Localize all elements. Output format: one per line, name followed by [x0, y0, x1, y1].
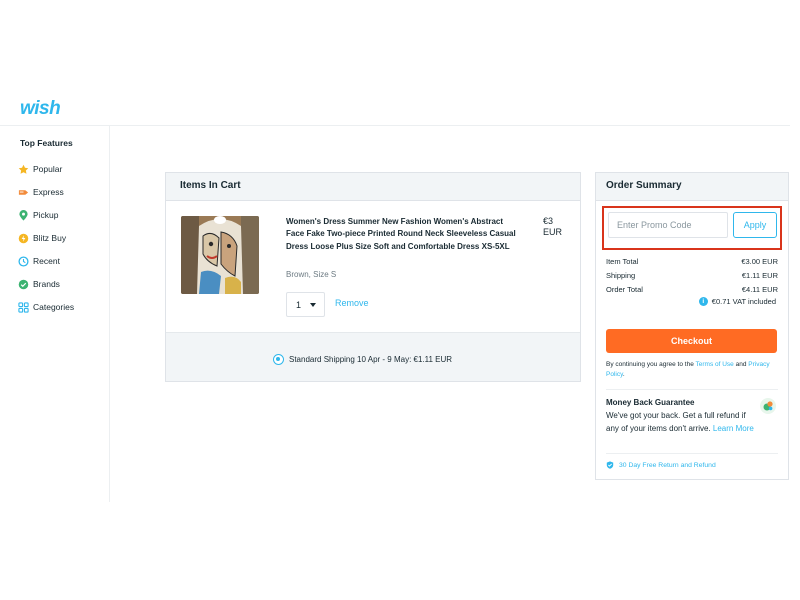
cart-panel: Items In Cart Women's Dress Summer New F…: [165, 172, 581, 382]
sidebar-item-label: Express: [33, 187, 64, 197]
clock-icon: [18, 255, 29, 267]
product-title[interactable]: Women's Dress Summer New Fashion Women's…: [286, 216, 516, 253]
guarantee-text: We've got your back. Get a full refund i…: [606, 410, 756, 435]
refund-label: 30 Day Free Return and Refund: [619, 461, 716, 469]
remove-button[interactable]: Remove: [335, 298, 369, 308]
item-total-value: €3.00 EUR: [741, 257, 778, 266]
quantity-value: 1: [296, 299, 302, 310]
order-total-label: Order Total: [606, 285, 643, 294]
order-summary-title: Order Summary: [596, 173, 788, 201]
divider: [606, 389, 778, 390]
terms-and: and: [733, 361, 749, 368]
sidebar-item-brands[interactable]: Brands: [18, 277, 60, 291]
wish-logo[interactable]: wish: [20, 98, 61, 120]
coin-icon: [18, 233, 29, 244]
shipping-total-label: Shipping: [606, 271, 636, 280]
sidebar-item-label: Brands: [33, 279, 60, 289]
product-variant: Brown, Size S: [286, 270, 337, 279]
sidebar-item-pickup[interactable]: Pickup: [18, 208, 59, 222]
terms-text: By continuing you agree to the Terms of …: [606, 360, 778, 379]
product-price-amount: €3: [543, 216, 554, 226]
terms-suffix: .: [622, 370, 625, 378]
order-total-value: €4.11 EUR: [741, 285, 778, 294]
sidebar-item-label: Blitz Buy: [33, 233, 67, 243]
sidebar-item-label: Pickup: [33, 210, 59, 220]
sidebar: Top Features Popular Express Pickup Blit…: [0, 126, 110, 502]
location-icon: [18, 209, 29, 221]
sidebar-item-label: Categories: [33, 302, 75, 312]
shipping-radio[interactable]: [273, 354, 284, 365]
sidebar-title: Top Features: [20, 138, 73, 148]
guarantee-icon: [760, 398, 776, 414]
info-icon[interactable]: i: [698, 297, 708, 306]
shipping-option: Standard Shipping 10 Apr - 9 May: €1.11 …: [166, 332, 580, 381]
sidebar-item-recent[interactable]: Recent: [18, 254, 60, 268]
shipping-label: Standard Shipping 10 Apr - 9 May: €1.11 …: [289, 355, 453, 364]
vat-text: €0.71 VAT included: [711, 297, 776, 306]
badge-check-icon: [18, 279, 29, 290]
express-icon: [18, 187, 29, 198]
vat-note: i €0.71 VAT included: [698, 297, 776, 306]
sidebar-item-popular[interactable]: Popular: [18, 162, 62, 176]
checkout-button[interactable]: Checkout: [606, 329, 777, 353]
shipping-total-value: €1.11 EUR: [741, 271, 778, 280]
sidebar-item-blitz-buy[interactable]: Blitz Buy: [18, 231, 66, 245]
quantity-select[interactable]: 1: [286, 292, 325, 317]
cart-title: Items In Cart: [166, 173, 580, 201]
shipping-row: Shipping €1.11 EUR: [606, 271, 778, 280]
apply-button[interactable]: Apply: [733, 212, 777, 238]
item-total-row: Item Total €3.00 EUR: [606, 257, 778, 266]
terms-of-use-link[interactable]: Terms of Use: [696, 361, 734, 368]
sidebar-item-label: Recent: [33, 256, 60, 266]
promo-code-input[interactable]: [608, 212, 728, 238]
caret-down-icon: [310, 303, 316, 307]
top-bar: wish: [0, 88, 790, 126]
guarantee-title: Money Back Guarantee: [606, 398, 695, 407]
sidebar-item-label: Popular: [33, 164, 63, 174]
shield-icon: [606, 461, 614, 469]
product-image[interactable]: [181, 216, 259, 294]
grid-icon: [18, 301, 29, 313]
star-icon: [18, 164, 29, 175]
promo-code-highlight: Apply: [602, 206, 782, 250]
sidebar-item-express[interactable]: Express: [18, 185, 64, 199]
terms-prefix: By continuing you agree to the: [606, 361, 696, 368]
item-total-label: Item Total: [606, 257, 639, 266]
order-summary-panel: Order Summary Apply Item Total €3.00 EUR…: [595, 172, 789, 480]
product-price: €3 EUR: [543, 216, 573, 238]
refund-link[interactable]: 30 Day Free Return and Refund: [606, 461, 716, 469]
divider: [606, 453, 778, 454]
sidebar-item-categories[interactable]: Categories: [18, 300, 74, 314]
learn-more-link[interactable]: Learn More: [713, 424, 754, 433]
order-total-row: Order Total €4.11 EUR: [606, 285, 778, 294]
app-root: wish Top Features Popular Express Pickup: [0, 88, 800, 502]
product-price-currency: EUR: [543, 227, 563, 237]
